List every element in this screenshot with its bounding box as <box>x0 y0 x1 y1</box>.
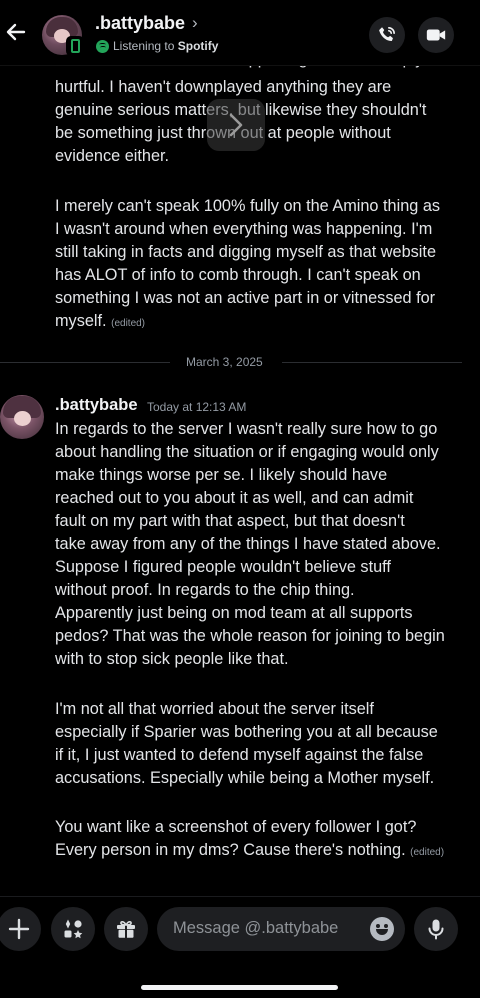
microphone-icon <box>428 919 444 940</box>
previous-message-text-2: I merely can't speak 100% fully on the A… <box>55 195 460 335</box>
chevron-right-icon[interactable]: › <box>192 13 198 33</box>
arrow-left-icon[interactable] <box>4 20 28 44</box>
previous-message-body: I merely can't speak 100% fully on the A… <box>55 197 441 330</box>
gift-icon <box>117 921 135 938</box>
message-paragraph-2: I'm not all that worried about the serve… <box>55 700 438 787</box>
video-call-button[interactable] <box>418 17 454 53</box>
date-divider-label: March 3, 2025 <box>186 355 263 369</box>
date-divider: March 3, 2025 <box>0 355 480 369</box>
header-username[interactable]: .battybabe <box>95 13 185 34</box>
add-attachment-button[interactable] <box>0 907 41 951</box>
voice-call-button[interactable] <box>369 17 405 53</box>
edited-label: (edited) <box>111 318 146 329</box>
apps-button[interactable] <box>51 907 95 951</box>
status-app: Spotify <box>177 39 219 53</box>
activity-status[interactable]: Listening to Spotify <box>113 39 218 53</box>
jump-indicator[interactable] <box>207 99 265 151</box>
avatar[interactable] <box>0 395 44 439</box>
message-paragraph-1: In regards to the server I wasn't really… <box>55 420 445 668</box>
home-indicator[interactable] <box>141 985 338 990</box>
mobile-phone-icon <box>66 36 84 56</box>
gift-button[interactable] <box>104 907 148 951</box>
voice-message-button[interactable] <box>414 907 458 951</box>
apps-icon <box>64 919 83 939</box>
message-paragraph-3: You want like a screenshot of every foll… <box>55 818 417 859</box>
message-input[interactable]: Message @.battybabe <box>157 907 405 951</box>
message-paragraph-3-wrap: You want like a screenshot of every foll… <box>55 816 460 864</box>
message-input-placeholder: Message @.battybabe <box>173 919 339 937</box>
composer-bar: Message @.battybabe <box>0 896 480 998</box>
message-author[interactable]: .battybabe <box>55 396 138 415</box>
chevron-right-icon <box>229 113 243 137</box>
chat-header: .battybabe › Listening to Spotify <box>0 0 480 66</box>
status-prefix: Listening to <box>113 39 175 53</box>
phone-call-icon <box>379 27 395 42</box>
plus-icon <box>8 918 30 940</box>
message-timestamp: Today at 12:13 AM <box>147 400 247 414</box>
edited-label: (edited) <box>410 847 445 858</box>
emoji-icon[interactable] <box>370 917 394 941</box>
spotify-icon <box>96 40 109 53</box>
video-camera-icon <box>426 29 446 41</box>
